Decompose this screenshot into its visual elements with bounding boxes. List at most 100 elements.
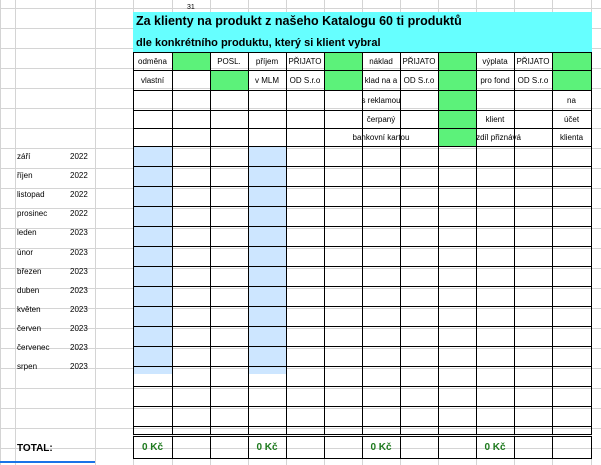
- month-name: září: [17, 152, 31, 161]
- header-cell[interactable]: OD S.r.o: [514, 70, 552, 90]
- gridline-horizontal: [0, 108, 601, 109]
- header-highlight: [438, 70, 476, 90]
- month-name: červen: [17, 323, 42, 333]
- border-vertical: [324, 52, 325, 434]
- month-year: 2022: [70, 171, 88, 181]
- column-number: 31: [187, 4, 195, 11]
- month-name: březen: [17, 266, 42, 276]
- border-vertical: [248, 52, 249, 434]
- header-highlight: [552, 52, 591, 70]
- month-name: červenec: [17, 343, 50, 352]
- gridline-horizontal: [0, 248, 601, 249]
- border-vertical: [514, 52, 515, 434]
- gridline-horizontal: [0, 168, 601, 169]
- header-highlight: [438, 52, 476, 70]
- border-vertical: [362, 52, 363, 434]
- header-highlight: [210, 70, 248, 90]
- header-highlight: [172, 52, 210, 70]
- header-cell[interactable]: účet: [552, 110, 591, 128]
- border-horizontal: [133, 434, 592, 435]
- month-name: květen: [17, 304, 41, 314]
- gridline-horizontal: [0, 188, 601, 189]
- month-year: 2023: [70, 362, 88, 372]
- border-vertical: [286, 436, 287, 459]
- gridline-horizontal: [0, 268, 601, 269]
- border-vertical: [438, 436, 439, 459]
- gridline-horizontal: [0, 368, 601, 369]
- header-cell[interactable]: klient: [476, 110, 514, 128]
- border-vertical: [400, 436, 401, 459]
- gridline-vertical: [0, 0, 1, 465]
- header-cell[interactable]: v MLM: [248, 70, 286, 90]
- border-vertical: [476, 52, 477, 434]
- gridline-horizontal: [0, 428, 601, 429]
- gridline-horizontal: [0, 208, 601, 209]
- gridline-vertical: [15, 0, 16, 465]
- header-cell[interactable]: klienta: [552, 128, 591, 146]
- input-column-fill: [134, 146, 172, 374]
- month-year: 2023: [70, 304, 88, 314]
- sheet-subtitle: dle konkrétního produktu, který si klien…: [136, 37, 381, 49]
- border-vertical: [552, 436, 553, 459]
- border-vertical: [400, 52, 401, 434]
- border-vertical: [552, 52, 553, 434]
- header-cell[interactable]: náklad: [362, 52, 400, 70]
- header-cell[interactable]: odměna: [133, 52, 172, 70]
- header-highlight: [438, 128, 476, 146]
- border-vertical: [324, 436, 325, 459]
- border-vertical: [210, 436, 211, 459]
- header-highlight: [552, 70, 591, 90]
- month-name: srpen: [17, 362, 38, 372]
- header-cell[interactable]: s reklamou: [361, 90, 400, 110]
- border-vertical: [172, 52, 173, 434]
- spreadsheet[interactable]: 31 Za klienty na produkt z našeho Katalo…: [0, 0, 601, 465]
- month-name: říjen: [17, 171, 33, 181]
- border-vertical: [591, 436, 592, 459]
- month-year: 2023: [70, 285, 88, 295]
- gridline-horizontal: [0, 408, 601, 409]
- border-vertical: [286, 52, 287, 434]
- input-column-fill: [249, 146, 286, 374]
- header-cell[interactable]: rozdíl přiznává: [469, 128, 521, 146]
- border-vertical: [514, 436, 515, 459]
- border-vertical: [591, 52, 592, 434]
- header-cell[interactable]: výplata: [476, 52, 514, 70]
- border-vertical: [438, 52, 439, 434]
- total-value: 0 Kč: [256, 442, 278, 453]
- header-cell[interactable]: pro fond: [476, 70, 514, 90]
- month-name: únor: [17, 247, 34, 257]
- header-highlight: [438, 90, 476, 110]
- header-highlight: [324, 52, 362, 70]
- gridline-horizontal: [0, 288, 601, 289]
- gridline-horizontal: [0, 328, 601, 329]
- border-vertical: [172, 436, 173, 459]
- total-label: TOTAL:: [17, 443, 53, 454]
- month-year: 2023: [70, 247, 88, 257]
- header-cell[interactable]: klad na a: [362, 70, 400, 90]
- gridline-horizontal: [0, 228, 601, 229]
- gridline-horizontal: [0, 388, 601, 389]
- month-year: 2023: [70, 343, 88, 352]
- header-cell[interactable]: vlastní: [133, 70, 172, 90]
- sheet-tab-indicator[interactable]: [0, 461, 95, 463]
- header-cell[interactable]: na: [552, 90, 591, 110]
- header-cell[interactable]: OD S.r.o: [286, 70, 324, 90]
- gridline-horizontal: [0, 348, 601, 349]
- header-cell[interactable]: příjem: [248, 52, 286, 70]
- gridline-horizontal: [0, 308, 601, 309]
- gridline-vertical: [95, 0, 96, 465]
- total-value: 0 Kč: [484, 442, 506, 453]
- header-cell[interactable]: čerpaný: [362, 110, 400, 128]
- header-cell[interactable]: PŘIJATO: [400, 52, 438, 70]
- header-cell[interactable]: bankovní kartou: [353, 128, 410, 146]
- border-vertical: [133, 52, 134, 434]
- header-cell[interactable]: PŘIJATO: [286, 52, 324, 70]
- month-year: 2022: [70, 190, 88, 200]
- month-name: listopad: [17, 190, 45, 200]
- header-cell[interactable]: POSL.: [210, 52, 248, 70]
- month-name: prosinec: [17, 209, 48, 219]
- month-name: leden: [17, 228, 37, 238]
- header-cell[interactable]: OD S.r.o: [400, 70, 438, 90]
- header-highlight: [438, 110, 476, 128]
- header-cell[interactable]: PŘIJATO: [514, 52, 552, 70]
